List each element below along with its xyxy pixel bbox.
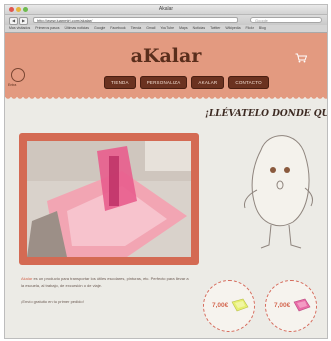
window-titlebar: Akalar: [5, 5, 327, 15]
main-nav: TIENDA PERSONALIZA AKALAR CONTACTO: [104, 76, 269, 89]
bookmark-item[interactable]: Twitter: [210, 26, 220, 30]
nav-contacto[interactable]: CONTACTO: [228, 76, 269, 89]
nav-personaliza[interactable]: PERSONALIZA: [139, 76, 188, 89]
user-icon[interactable]: [11, 68, 25, 82]
bookmark-item[interactable]: Wikipedia: [225, 26, 240, 30]
bookmarks-bar: Mas visitados Primeros pasos Últimas not…: [5, 25, 327, 33]
browser-window: Akalar ◀ ▶ http://www.juanmiri.com/akala…: [4, 4, 328, 339]
bookmark-item[interactable]: Últimas noticias: [65, 26, 90, 30]
bookmark-item[interactable]: Facebook: [110, 26, 125, 30]
bookmark-item[interactable]: Tienda: [131, 26, 142, 30]
bookmark-item[interactable]: Gmail: [146, 26, 155, 30]
bookmark-item[interactable]: Blog: [259, 26, 266, 30]
bookmark-item[interactable]: Flickr: [246, 26, 254, 30]
window-title: Akalar: [158, 6, 174, 12]
product-card-pink[interactable]: 7,00€: [265, 280, 317, 332]
address-bar[interactable]: http://www.juanmiri.com/akalar/: [33, 17, 238, 23]
cart-icon[interactable]: [295, 53, 307, 63]
nav-tienda[interactable]: TIENDA: [104, 76, 136, 89]
bookmark-item[interactable]: YouTube: [160, 26, 174, 30]
search-input[interactable]: Google: [250, 17, 322, 23]
product-photo-frame: [19, 133, 199, 265]
nav-akalar[interactable]: AKALAR: [191, 76, 225, 89]
product-photo: [27, 141, 191, 257]
bookmark-item[interactable]: Noticias: [193, 26, 205, 30]
description-brand[interactable]: Akalar: [21, 276, 32, 281]
site-header: Entra aKalar TIENDA PERSONALIZA AKALAR C…: [5, 33, 327, 100]
product-description: Akalar es un producto para transportar l…: [21, 275, 191, 289]
bookmark-item[interactable]: Mas visitados: [9, 26, 30, 30]
bookmark-item[interactable]: Google: [94, 26, 105, 30]
product-card-yellow[interactable]: 7,00€: [203, 280, 255, 332]
site-logo[interactable]: aKalar: [5, 45, 327, 67]
browser-toolbar: ◀ ▶ http://www.juanmiri.com/akalar/ Goog…: [5, 15, 327, 25]
login-link[interactable]: Entra: [8, 83, 16, 87]
mascot-illustration: [244, 135, 314, 249]
bookmark-item[interactable]: Maps: [179, 26, 188, 30]
product-price: 7,00€: [274, 302, 291, 309]
product-price: 7,00€: [212, 302, 229, 309]
page-headline: ¡LLÉVATELO DONDE QUIERAS!: [205, 109, 328, 119]
pink-case-icon: [293, 298, 311, 312]
forward-button[interactable]: ▶: [19, 17, 28, 25]
description-text: es un producto para transportar los útil…: [21, 276, 189, 288]
bookmark-item[interactable]: Primeros pasos: [35, 26, 59, 30]
back-button[interactable]: ◀: [9, 17, 18, 25]
promo-text: ¡Envío gratuito en tu primer pedido!: [21, 299, 84, 304]
yellow-case-icon: [231, 298, 249, 312]
